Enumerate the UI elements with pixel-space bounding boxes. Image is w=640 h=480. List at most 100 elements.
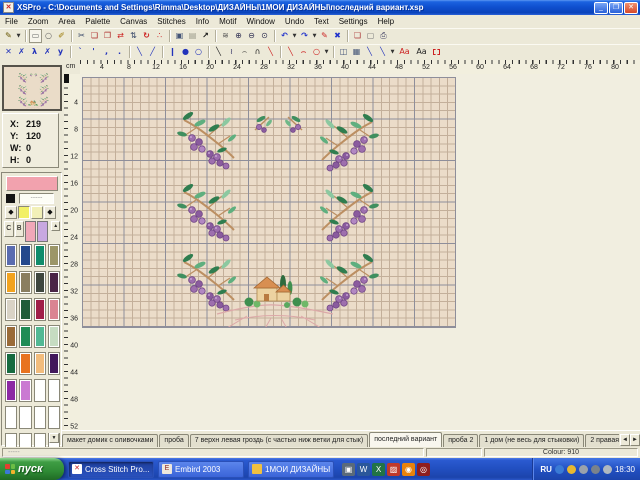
menu-item-info[interactable]: Info [191, 17, 214, 26]
flip-selection-button[interactable]: ⇅ [127, 29, 140, 43]
palette-swatch[interactable] [34, 352, 46, 375]
motif-browser-button[interactable]: ◫ [337, 45, 350, 59]
french-knot-button[interactable]: ❙ [166, 45, 179, 59]
red-app-icon[interactable]: ◎ [417, 463, 430, 476]
curve-black-button[interactable]: ⌢ [238, 45, 251, 59]
stitch-three-quarter-1-button[interactable]: ✗ [15, 45, 28, 59]
fabric-view-button[interactable]: ▦ [350, 45, 363, 59]
taskbar-task-2[interactable]: 1МОИ ДИЗАЙНЫ [248, 461, 334, 478]
taskbar-task-1[interactable]: EEmbird 2003 [158, 461, 244, 478]
floss-thread-button[interactable]: ≋ [219, 29, 232, 43]
pattern-tab-2[interactable]: 7 верхн левая гроздь (с частью ниж ветки… [190, 434, 368, 447]
palette-tall-swatch[interactable] [25, 221, 36, 242]
palette-swatch[interactable] [5, 352, 17, 375]
taskbar-task-0[interactable]: ✕Cross Stitch Pro... [68, 461, 154, 478]
yellow-symbol-button[interactable] [31, 206, 43, 219]
backstitch-black-button[interactable]: ╲ [212, 45, 225, 59]
palette-swatch[interactable] [48, 406, 60, 429]
menu-item-settings[interactable]: Settings [334, 17, 373, 26]
diamond-symbol-button[interactable]: ◆ [5, 206, 17, 219]
palette-swatch[interactable] [34, 406, 46, 429]
palette-swatch[interactable] [19, 352, 31, 375]
undo-dropdown[interactable]: ▼ [291, 29, 298, 43]
palette-swatch[interactable] [34, 271, 46, 294]
palette-swatch[interactable] [48, 271, 60, 294]
backstitch-red-button[interactable]: ╲ [284, 45, 297, 59]
palette-swatch[interactable] [48, 352, 60, 375]
stitch-quarter-2-button[interactable]: ' [87, 45, 100, 59]
yellow-symbol-button[interactable] [18, 206, 30, 219]
stitch-quarter-3-button[interactable]: , [100, 45, 113, 59]
tab-scroll-left-button[interactable]: ◄ [620, 434, 630, 446]
zoom-actual-button[interactable]: ⊙ [258, 29, 271, 43]
palette-swatch[interactable] [19, 298, 31, 321]
palette-swatch[interactable] [19, 244, 31, 267]
select-lasso-button[interactable]: ○ [42, 29, 55, 43]
palette-swatch[interactable] [34, 325, 46, 348]
palette-swatch[interactable] [19, 406, 31, 429]
palette-swatch[interactable] [48, 379, 60, 402]
pattern-tab-1[interactable]: проба [159, 434, 188, 447]
palette-swatch[interactable] [34, 298, 46, 321]
text-tool-black-button[interactable]: Aa [413, 45, 430, 59]
palette-swatch[interactable] [19, 325, 31, 348]
palette-swatch[interactable] [5, 325, 17, 348]
stitch-half-1-button[interactable]: λ [28, 45, 41, 59]
draw-pencil-button[interactable]: ✎ [2, 29, 15, 43]
menu-item-text[interactable]: Text [309, 17, 334, 26]
cut-button[interactable]: ✂ [75, 29, 88, 43]
start-button[interactable]: пуск [0, 458, 64, 480]
menu-item-motif[interactable]: Motif [214, 17, 241, 26]
stitch-half-back-button[interactable]: ╲ [133, 45, 146, 59]
palette-scroll-down-button[interactable]: ▼ [49, 433, 59, 443]
tray-icon-3[interactable] [591, 465, 600, 474]
pattern-workspace[interactable] [80, 74, 640, 430]
palette-swatch[interactable] [5, 406, 17, 429]
palette-swatch[interactable] [48, 298, 60, 321]
stitch-quarter-1-button[interactable]: ` [74, 45, 87, 59]
diamond-symbol-button[interactable]: ◆ [44, 206, 56, 219]
stitch-three-quarter-2-button[interactable]: ✗ [41, 45, 54, 59]
paint-icon[interactable]: ▨ [387, 463, 400, 476]
backstitch-red-thin-button[interactable]: ╲ [264, 45, 277, 59]
close-button[interactable]: ✕ [624, 2, 638, 14]
rotate-selection-button[interactable]: ↻ [140, 29, 153, 43]
palette-swatch[interactable] [48, 325, 60, 348]
backstitch-part-button[interactable]: ≀ [225, 45, 238, 59]
pattern-tab-0[interactable]: макет домик с оливочками [62, 434, 158, 447]
menu-item-undo[interactable]: Undo [280, 17, 309, 26]
redo-dropdown[interactable]: ▼ [311, 29, 318, 43]
zoom-out-button[interactable]: ⊖ [245, 29, 258, 43]
line-dropdown[interactable]: ▼ [389, 45, 396, 59]
palette-swatch[interactable] [5, 298, 17, 321]
stitch-half-fwd-button[interactable]: ╱ [146, 45, 159, 59]
tray-icon-2[interactable] [579, 465, 588, 474]
import-page-button[interactable]: ⎙ [377, 29, 390, 43]
palette-swatch[interactable] [34, 379, 46, 402]
circle-dropdown[interactable]: ▼ [323, 45, 330, 59]
pointer-button[interactable]: ↗ [199, 29, 212, 43]
zoom-in-button[interactable]: ⊕ [232, 29, 245, 43]
media-icon[interactable]: ▣ [342, 463, 355, 476]
stitch-full-cross-button[interactable]: ✕ [2, 45, 15, 59]
palette-swatch[interactable] [19, 271, 31, 294]
palette-swatch[interactable] [5, 244, 17, 267]
select-motif-button[interactable] [430, 45, 443, 59]
maximize-button[interactable]: ❐ [609, 2, 623, 14]
menu-item-help[interactable]: Help [373, 17, 399, 26]
menu-item-canvas[interactable]: Canvas [115, 17, 152, 26]
stitch-half-2-button[interactable]: y [54, 45, 67, 59]
view-screen-button[interactable]: ▣ [173, 29, 186, 43]
paste-button[interactable]: ❐ [101, 29, 114, 43]
line-thick-2-button[interactable]: ╲ [376, 45, 389, 59]
language-indicator[interactable]: RU [540, 465, 552, 474]
palette-scroll-up-button[interactable]: ▲ [51, 221, 60, 231]
multi-curve-button[interactable]: ∩ [251, 45, 264, 59]
nudge-selection-button[interactable]: ∴ [153, 29, 166, 43]
palette-swatch[interactable] [5, 271, 17, 294]
view-page-button[interactable]: ▤ [186, 29, 199, 43]
copy-button[interactable]: ❏ [88, 29, 101, 43]
stitch-quarter-4-button[interactable]: . [113, 45, 126, 59]
delete-stitches-button[interactable]: ✖ [331, 29, 344, 43]
tab-scroll-right-button[interactable]: ► [630, 434, 640, 446]
